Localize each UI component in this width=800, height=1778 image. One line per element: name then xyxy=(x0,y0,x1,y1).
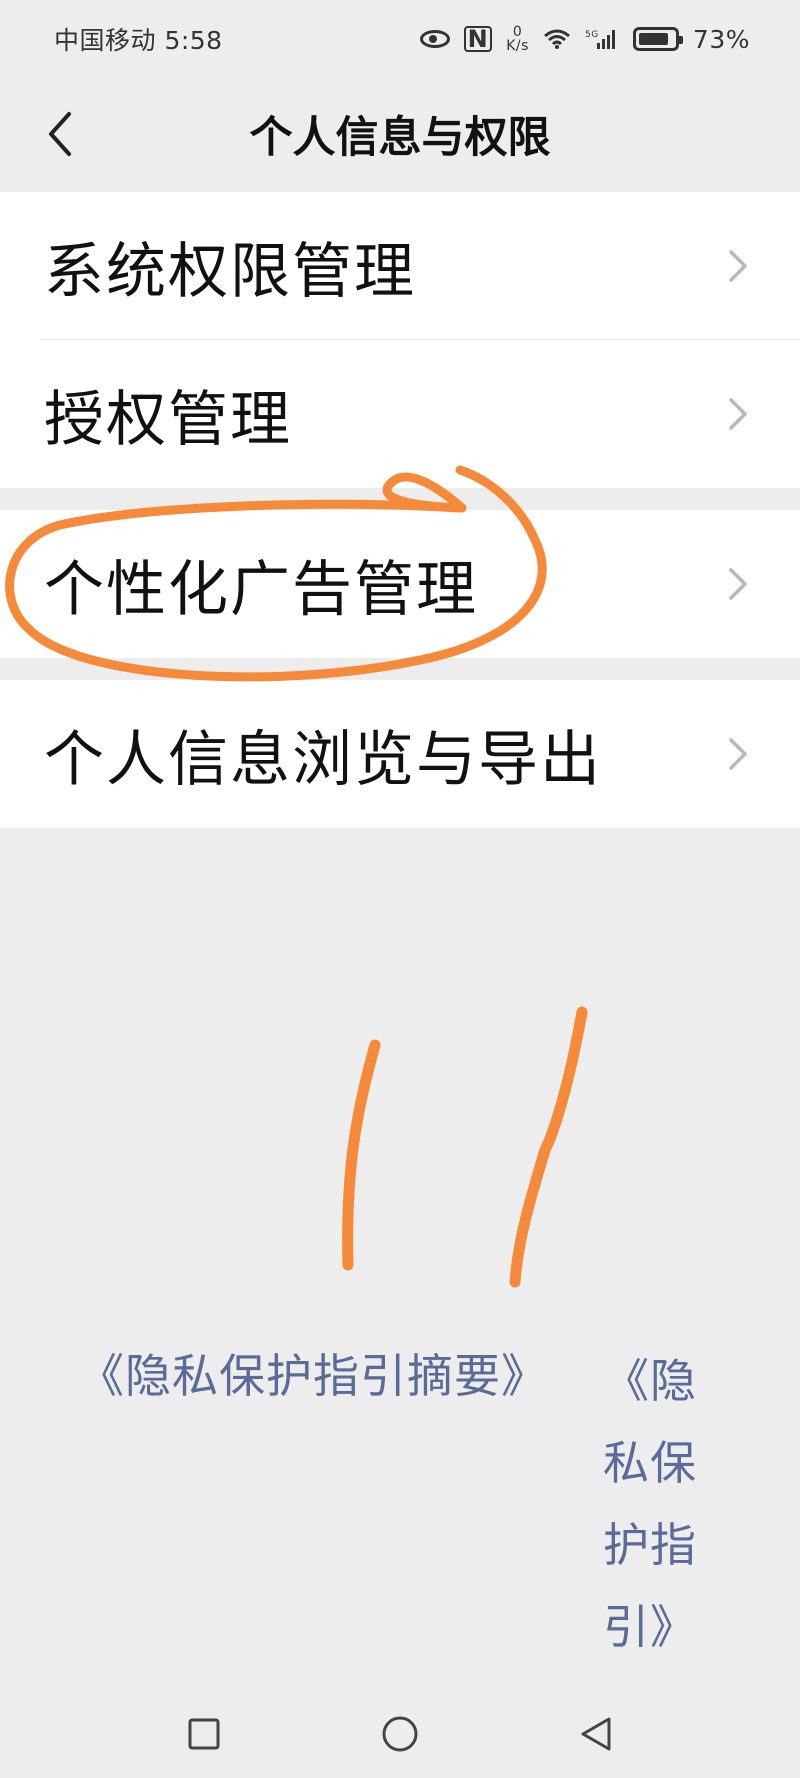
system-back-button[interactable] xyxy=(573,1711,619,1757)
menu-item-label: 授权管理 xyxy=(44,384,292,455)
menu-item-browse-export[interactable]: 个人信息浏览与导出 xyxy=(0,680,800,828)
navigation-bar: 个人信息与权限 xyxy=(0,78,800,190)
status-bar: 中国移动 5:58 N 0 K/s 5G 73% xyxy=(0,0,800,78)
network-type: 5G xyxy=(585,30,599,40)
privacy-guide-link[interactable]: 《隐 私保 护指 引》 xyxy=(595,1340,705,1668)
recents-button[interactable] xyxy=(181,1711,227,1757)
menu-item-authorization[interactable]: 授权管理 xyxy=(0,340,800,488)
nfc-icon: N xyxy=(463,26,493,52)
battery-percent: 73% xyxy=(692,24,750,54)
menu-item-label: 个人信息浏览与导出 xyxy=(44,724,602,795)
annotation-stroke-left xyxy=(342,1039,381,1271)
triangle-back-icon xyxy=(581,1717,611,1751)
menu-item-label: 系统权限管理 xyxy=(44,236,416,307)
menu-item-personalized-ads[interactable]: 个性化广告管理 xyxy=(0,510,800,658)
net-speed: 0 K/s xyxy=(506,25,529,53)
menu-group-export: 个人信息浏览与导出 xyxy=(0,680,800,828)
privacy-guide-line: 引》 xyxy=(603,1600,697,1654)
privacy-guide-line: 《隐 xyxy=(603,1354,697,1408)
chevron-right-icon xyxy=(729,568,747,600)
menu-group-ads: 个性化广告管理 xyxy=(0,510,800,658)
page-title: 个人信息与权限 xyxy=(249,113,551,163)
chevron-right-icon xyxy=(729,398,747,430)
privacy-guide-line: 私保 xyxy=(603,1436,697,1490)
menu-item-system-permissions[interactable]: 系统权限管理 xyxy=(0,192,800,340)
eye-icon xyxy=(419,30,450,48)
carrier-time: 中国移动 5:58 xyxy=(54,26,223,55)
chevron-left-icon xyxy=(49,112,71,156)
home-button[interactable] xyxy=(377,1711,423,1757)
status-icons: N 0 K/s 5G 73% xyxy=(419,24,750,54)
square-icon xyxy=(188,1718,220,1750)
chevron-right-icon xyxy=(729,738,747,770)
privacy-guide-line: 护指 xyxy=(603,1518,697,1572)
circle-icon xyxy=(382,1716,418,1752)
back-button[interactable] xyxy=(30,102,90,166)
system-navigation-bar xyxy=(0,1690,800,1778)
battery-icon xyxy=(632,27,683,51)
annotation-stroke-right xyxy=(509,1006,588,1288)
menu-item-label: 个性化广告管理 xyxy=(44,554,478,625)
chevron-right-icon xyxy=(729,250,747,282)
menu-group-permissions: 系统权限管理 授权管理 xyxy=(0,192,800,488)
wifi-icon xyxy=(543,29,570,49)
privacy-summary-link[interactable]: 《隐私保护指引摘要》 xyxy=(78,1340,548,1406)
net-speed-unit: K/s xyxy=(506,38,529,54)
signal-icon: 5G xyxy=(585,30,615,49)
